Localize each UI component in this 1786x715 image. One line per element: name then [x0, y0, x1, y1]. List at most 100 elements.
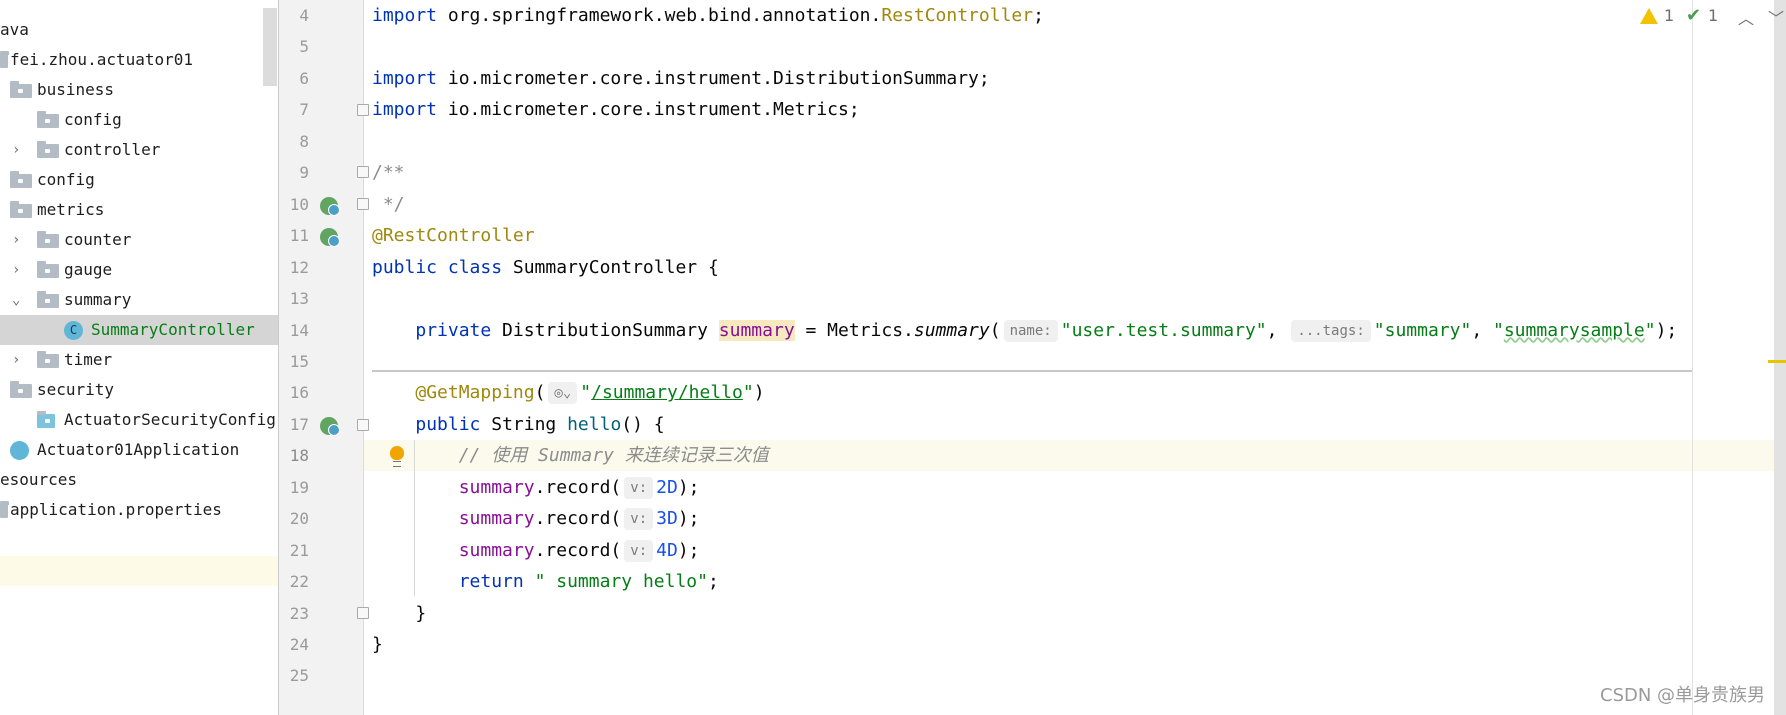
code-token: summarysample — [1503, 319, 1645, 341]
code-token: summary — [458, 539, 535, 561]
tree-item[interactable]: › counter — [0, 225, 278, 255]
line-number: 14 — [289, 320, 309, 340]
tree-item-label: SummaryController — [91, 320, 255, 339]
folder-icon — [10, 381, 32, 398]
tree-item-label: security — [37, 380, 115, 399]
code-editor[interactable]: import org.springframework.web.bind.anno… — [364, 0, 1774, 715]
line-number: 6 — [299, 68, 309, 88]
parameter-hint[interactable]: v: — [624, 508, 654, 531]
tree-item-label: metrics — [37, 200, 105, 219]
line-number: 10 — [289, 194, 309, 214]
parameter-hint[interactable]: ◎⌄ — [548, 382, 578, 405]
tree-item[interactable]: fei.zhou.actuator01 — [0, 45, 278, 75]
chevron-up-icon[interactable]: ︿ — [1738, 5, 1754, 29]
folder-icon — [37, 141, 59, 158]
editor-scrollbar[interactable] — [1774, 0, 1786, 715]
tree-item[interactable]: config — [0, 105, 278, 135]
tree-item[interactable]: › timer — [0, 345, 278, 375]
line-number: 11 — [289, 226, 309, 246]
check-icon: ✔ — [1686, 5, 1702, 26]
line-number: 22 — [289, 572, 309, 592]
line-number: 4 — [299, 6, 309, 25]
tree-item[interactable]: Actuator01Application — [0, 435, 278, 465]
code-line[interactable]: import io.micrometer.core.instrument.Met… — [372, 94, 860, 125]
folder-icon — [37, 261, 59, 278]
code-token: /** — [372, 162, 405, 184]
sidebar-scrollbar[interactable] — [263, 8, 277, 86]
tree-item[interactable]: esources — [0, 465, 278, 495]
code-token: " summary hello" — [534, 571, 708, 593]
code-token: " — [1493, 319, 1504, 341]
code-line[interactable]: public String hello() { — [372, 409, 664, 440]
parameter-hint[interactable]: ...tags: — [1291, 319, 1371, 342]
code-token: summary — [913, 319, 990, 341]
code-line[interactable]: /** — [372, 157, 405, 188]
spring-bean-icon[interactable] — [320, 197, 340, 216]
chevron-right-icon[interactable]: › — [12, 255, 20, 285]
request-mapping-icon[interactable] — [320, 417, 340, 436]
tree-item[interactable]: ActuatorSecurityConfig — [0, 405, 278, 435]
tree-item[interactable]: security — [0, 375, 278, 405]
code-line[interactable]: */ — [372, 189, 405, 220]
code-line[interactable]: return " summary hello"; — [372, 566, 719, 597]
code-line[interactable]: summary.record(v: 4D); — [372, 535, 700, 566]
tree-item-label: ava — [0, 20, 29, 39]
code-line[interactable]: private DistributionSummary summary = Me… — [372, 315, 1677, 346]
tree-item[interactable]: › gauge — [0, 255, 278, 285]
project-tree-panel: ava fei.zhou.actuator01 business config › con… — [0, 0, 279, 715]
code-line[interactable]: @RestController — [372, 220, 535, 251]
folder-icon — [37, 111, 59, 128]
code-token: @GetMapping — [415, 382, 535, 404]
code-token: } — [372, 602, 427, 624]
spring-app-icon — [10, 441, 29, 460]
editor-gutter: 4 5 6 7 8 9 10 11 12 13 14 15 16 17 18 19 20 21 22 23 24 25 — [279, 0, 369, 715]
code-token[interactable]: /summary/hello — [591, 382, 743, 403]
code-line[interactable]: } — [372, 629, 383, 660]
code-line[interactable]: import org.springframework.web.bind.anno… — [372, 0, 1044, 31]
code-line[interactable]: import io.micrometer.core.instrument.Dis… — [372, 63, 990, 94]
weak-warning-count: 1 — [1708, 6, 1719, 25]
code-token: , — [1471, 319, 1493, 341]
chevron-right-icon[interactable]: › — [12, 345, 20, 375]
code-line[interactable]: @GetMapping(◎⌄ "/summary/hello") — [372, 377, 765, 408]
tree-item[interactable]: config — [0, 165, 278, 195]
code-token: private — [415, 319, 492, 341]
spring-bean-icon[interactable] — [320, 228, 340, 247]
folder-icon — [10, 201, 32, 218]
code-token: ); — [677, 508, 700, 530]
tree-item[interactable]: ava — [0, 15, 278, 45]
tree-item[interactable]: C SummaryController — [0, 315, 278, 345]
tree-item[interactable]: application.properties — [0, 495, 278, 525]
code-token: .record( — [534, 508, 622, 530]
code-line[interactable]: public class SummaryController { — [372, 252, 719, 283]
code-token: .record( — [534, 476, 622, 498]
tree-item-label: gauge — [64, 260, 113, 279]
code-token: " — [742, 382, 754, 404]
tree-item[interactable]: › controller — [0, 135, 278, 165]
code-line[interactable]: // 使用 Summary 来连续记录三次值 — [372, 440, 769, 471]
line-number: 5 — [299, 37, 309, 57]
tree-item[interactable]: business — [0, 75, 278, 105]
parameter-hint[interactable]: v: — [624, 539, 654, 562]
chevron-right-icon[interactable]: › — [12, 225, 20, 255]
tree-item[interactable]: metrics — [0, 195, 278, 225]
tree-item-label: Actuator01Application — [37, 440, 240, 459]
warning-stripe-mark[interactable] — [1768, 360, 1786, 363]
chevron-right-icon[interactable]: › — [12, 135, 20, 165]
code-line[interactable]: summary.record(v: 2D); — [372, 472, 700, 503]
code-token: " — [1644, 319, 1656, 341]
line-number: 7 — [299, 100, 309, 120]
line-number: 17 — [289, 414, 309, 434]
parameter-hint[interactable]: name: — [1003, 319, 1058, 342]
chevron-down-icon[interactable]: ⌄ — [12, 285, 20, 315]
tree-item-label: config — [64, 110, 122, 129]
parameter-hint[interactable]: v: — [624, 476, 654, 499]
tree-item[interactable]: ⌄ summary — [0, 285, 278, 315]
tree-item-label: timer — [64, 350, 113, 369]
code-line[interactable]: summary.record(v: 3D); — [372, 503, 700, 534]
chevron-down-icon[interactable]: ﹀ — [1768, 5, 1784, 29]
code-line[interactable]: } — [372, 598, 426, 629]
